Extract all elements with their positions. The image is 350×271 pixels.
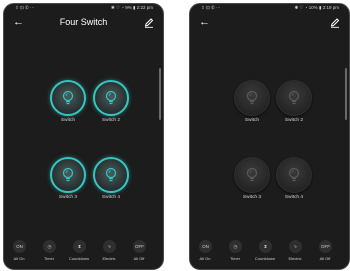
timer-button[interactable]: ◷ Timer [38,240,60,266]
all-on-label: All On [199,256,211,261]
app-header: ← Four Switch [4,12,163,34]
all-off-button[interactable]: OFF All Off [128,240,150,266]
lightbulb-icon [246,167,258,182]
countdown-label: Countdown [254,256,276,261]
status-bar: ⇪ ⊡ ✆ ··· ✱ ♡ ◔ 9% ▮ 2:22 pm [4,4,163,12]
lightning-icon: ϟ [289,240,302,253]
lightbulb-icon [246,90,258,105]
lightbulb-icon [62,167,74,182]
countdown-label: Countdown [68,256,90,261]
switch-1-button[interactable] [234,80,270,116]
all-on-button[interactable]: ON All On [194,240,216,266]
hourglass-icon: ⧗ [259,240,272,253]
phone-screen-on: ⇪ ⊡ ✆ ··· ✱ ♡ ◔ 9% ▮ 2:22 pm ← Four Swit… [3,3,164,270]
electric-label: Electric [288,256,302,261]
status-right: ✱ ♡ ◔ 9% ▮ 2:22 pm [110,5,153,10]
status-right: ✱ ♡ ◔ 10% ▮ 2:19 pm [294,5,339,10]
all-on-button[interactable]: ON All On [8,240,30,266]
clock-icon: ◷ [229,240,242,253]
switch-3-button[interactable] [234,157,270,193]
electric-button[interactable]: ϟ Electric [98,240,120,266]
status-left: ⇪ ⊡ ✆ ··· [201,5,221,10]
back-arrow-icon[interactable]: ← [199,15,210,29]
lightbulb-icon [62,90,74,105]
bottom-toolbar: ON All On ◷ Timer ⧗ Countdown ϟ Electric… [190,239,349,269]
page-title: Four Switch [59,17,108,27]
switch-2-button[interactable] [93,80,129,116]
switch-1-button[interactable] [50,80,86,116]
electric-label: Electric [102,256,116,261]
power-on-icon: ON [13,240,26,253]
countdown-button[interactable]: ⧗ Countdown [68,240,90,266]
power-on-icon: ON [199,240,212,253]
timer-label: Timer [43,256,55,261]
app-header: ← [190,12,349,34]
lightbulb-icon [288,167,300,182]
lightbulb-icon [105,90,117,105]
scrollbar[interactable] [159,68,161,120]
edit-icon[interactable] [144,16,154,28]
edit-icon[interactable] [330,16,340,28]
lightbulb-icon [288,90,300,105]
phone-screen-off: ⇪ ⊡ ✆ ··· ✱ ♡ ◔ 10% ▮ 2:19 pm ← Switch S… [189,3,350,270]
status-bar: ⇪ ⊡ ✆ ··· ✱ ♡ ◔ 10% ▮ 2:19 pm [190,4,349,12]
switch-2-label: Switch 2 [101,118,121,123]
switch-4-button[interactable] [276,157,312,193]
power-off-icon: OFF [319,240,332,253]
switch-4-label: Switch 4 [101,195,121,200]
switch-4-button[interactable] [93,157,129,193]
timer-label: Timer [229,256,241,261]
scrollbar[interactable] [345,68,347,120]
clock-icon: ◷ [43,240,56,253]
all-on-label: All On [13,256,25,261]
switch-2-button[interactable] [276,80,312,116]
countdown-button[interactable]: ⧗ Countdown [254,240,276,266]
status-left: ⇪ ⊡ ✆ ··· [15,5,35,10]
lightning-icon: ϟ [103,240,116,253]
bottom-toolbar: ON All On ◷ Timer ⧗ Countdown ϟ Electric… [4,239,163,269]
power-off-icon: OFF [133,240,146,253]
all-off-label: All Off [133,256,145,261]
switch-2-label: Switch 2 [284,118,304,123]
switch-4-label: Switch 4 [284,195,304,200]
all-off-label: All Off [319,256,331,261]
all-off-button[interactable]: OFF All Off [314,240,336,266]
switch-3-button[interactable] [50,157,86,193]
timer-button[interactable]: ◷ Timer [224,240,246,266]
hourglass-icon: ⧗ [73,240,86,253]
lightbulb-icon [105,167,117,182]
electric-button[interactable]: ϟ Electric [284,240,306,266]
